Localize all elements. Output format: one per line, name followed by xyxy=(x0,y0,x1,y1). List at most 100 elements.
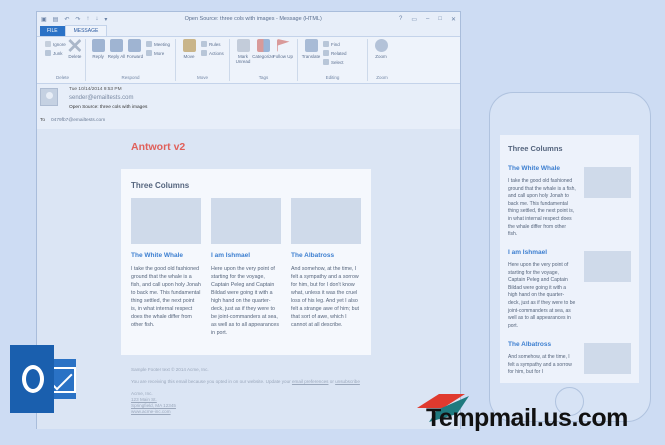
email-heading: Antwort v2 xyxy=(131,141,186,153)
phone-preview: Three Columns The White Whale I take the… xyxy=(489,92,651,422)
junk-button[interactable]: Junk xyxy=(45,50,66,56)
group-label-tags: Tags xyxy=(258,75,269,80)
up-arrow-icon[interactable]: ↑ xyxy=(86,16,89,23)
tab-message[interactable]: MESSAGE xyxy=(64,25,108,36)
column-3: The Albatross And somehow, at the time, … xyxy=(291,198,361,337)
phone-item-1: The White Whale I take the good old fash… xyxy=(508,165,631,237)
sender-avatar xyxy=(40,88,58,106)
placeholder-image xyxy=(584,167,631,198)
tempmail-brand-text: Tempmail.us.com xyxy=(426,404,628,432)
email-footer: Sample Footer text © 2014 Acme, Inc. You… xyxy=(131,367,371,415)
related-button[interactable]: Related xyxy=(323,50,347,56)
footer-notice: You are receiving this email because you… xyxy=(131,379,360,384)
group-label-editing: Editing xyxy=(325,75,340,80)
maximize-button[interactable]: □ xyxy=(438,16,442,23)
outlook-message-window: ▣ ▤ ↶ ↷ ↑ ↓ ▾ Open Source: three cols wi… xyxy=(36,11,461,429)
phone-section-title: Three Columns xyxy=(508,144,563,153)
editing-group: Translate Find Related Select Editing xyxy=(298,39,368,81)
column-text: I take the good old fashioned ground tha… xyxy=(131,266,201,328)
binoculars-icon xyxy=(323,41,329,47)
find-button[interactable]: Find xyxy=(323,41,347,47)
zoom-group: Zoom Zoom xyxy=(368,39,396,81)
phone-item-text: And somehow, at the time, I felt a sympa… xyxy=(508,354,572,376)
placeholder-image xyxy=(131,198,201,244)
reply-icon xyxy=(91,39,105,52)
ribbon-tabs: FILE MESSAGE xyxy=(37,25,460,36)
column-2: I am Ishmael Here upon the very point of… xyxy=(211,198,281,337)
message-header: Tue 10/14/2014 9:53 PM sender@emailtests… xyxy=(37,84,460,128)
flag-icon xyxy=(276,39,290,52)
sender-address[interactable]: sender@emailtests.com xyxy=(69,95,133,101)
move-folder-icon xyxy=(182,39,196,52)
window-title: Open Source: three cols with images - Me… xyxy=(184,16,322,22)
placeholder-image xyxy=(584,251,631,282)
sent-date: Tue 10/14/2014 9:53 PM xyxy=(69,87,122,92)
more-button[interactable]: More xyxy=(145,50,170,56)
more-icon xyxy=(145,50,152,56)
categorize-icon xyxy=(256,39,270,52)
reply-all-icon xyxy=(109,39,123,52)
undo-icon[interactable]: ↶ xyxy=(64,16,69,23)
placeholder-image xyxy=(584,343,631,374)
move-group: Move Rules Actions Move xyxy=(176,39,230,81)
column-text: Here upon the very point of starting for… xyxy=(211,266,280,336)
save-icon[interactable]: ▤ xyxy=(53,16,59,23)
close-button[interactable]: ✕ xyxy=(451,16,456,23)
ribbon: Ignore Junk Delete Delete Reply Reply Al… xyxy=(37,36,460,84)
redo-icon[interactable]: ↷ xyxy=(75,16,80,23)
website-link[interactable]: www.acme-inc.com xyxy=(131,409,371,415)
column-1: The White Whale I take the good old fash… xyxy=(131,198,201,337)
delete-x-icon xyxy=(68,39,82,52)
select-button[interactable]: Select xyxy=(323,59,347,65)
down-arrow-icon[interactable]: ↓ xyxy=(95,16,98,23)
unsubscribe-link[interactable]: unsubscribe xyxy=(335,379,360,384)
rules-button[interactable]: Rules xyxy=(201,41,224,47)
group-label-move: Move xyxy=(196,75,208,80)
phone-item-text: I take the good old fashioned ground tha… xyxy=(508,178,576,238)
group-label-delete: Delete xyxy=(55,75,69,80)
meeting-button[interactable]: Meeting xyxy=(145,41,170,47)
tab-file[interactable]: FILE xyxy=(40,26,65,36)
group-label-respond: Respond xyxy=(121,75,140,80)
three-columns-card: Three Columns The White Whale I take the… xyxy=(121,169,371,355)
recipient-address[interactable]: 0479fb7@emailtests.com xyxy=(51,118,105,123)
column-title: I am Ishmael xyxy=(211,252,251,259)
placeholder-image xyxy=(291,198,361,244)
outlook-app-icon[interactable]: ▣ xyxy=(41,16,47,23)
group-label-zoom: Zoom xyxy=(376,75,388,80)
to-label: To xyxy=(40,118,46,123)
related-icon xyxy=(323,50,329,56)
meeting-icon xyxy=(145,41,152,47)
help-button[interactable]: ? xyxy=(399,16,402,23)
translate-icon xyxy=(304,39,318,52)
footer-copyright: Sample Footer text © 2014 Acme, Inc. xyxy=(131,367,209,372)
ribbon-display-button[interactable]: ▭ xyxy=(411,16,417,23)
envelope-icon xyxy=(236,39,250,52)
ignore-button[interactable]: Ignore xyxy=(45,41,66,47)
column-title: The Albatross xyxy=(291,252,335,259)
outlook-logo-icon xyxy=(10,345,76,413)
junk-icon xyxy=(45,50,51,56)
section-title: Three Columns xyxy=(131,181,190,190)
minimize-button[interactable]: – xyxy=(426,16,429,23)
column-title: The White Whale xyxy=(131,252,183,259)
respond-group: Reply Reply All Forward Meeting More Res… xyxy=(86,39,176,81)
actions-icon xyxy=(201,50,207,56)
quick-access-toolbar: ▣ ▤ ↶ ↷ ↑ ↓ ▾ xyxy=(41,16,107,23)
phone-item-3: The Albatross And somehow, at the time, … xyxy=(508,341,631,383)
tags-group: Mark Unread Categorize Follow Up Tags xyxy=(230,39,298,81)
delete-group: Ignore Junk Delete Delete xyxy=(40,39,86,81)
phone-item-2: I am Ishmael Here upon the very point of… xyxy=(508,249,631,329)
ignore-icon xyxy=(45,41,51,47)
column-text: And somehow, at the time, I felt a sympa… xyxy=(291,266,360,328)
forward-icon xyxy=(128,39,142,52)
email-preferences-link[interactable]: email preferences xyxy=(292,379,329,384)
magnifier-icon xyxy=(374,39,388,52)
footer-address: Acme, Inc. 123 Main St. Springfield, MA … xyxy=(131,391,371,415)
actions-button[interactable]: Actions xyxy=(201,50,224,56)
placeholder-image xyxy=(211,198,281,244)
phone-screen: Three Columns The White Whale I take the… xyxy=(500,135,639,383)
title-bar: ▣ ▤ ↶ ↷ ↑ ↓ ▾ Open Source: three cols wi… xyxy=(37,12,460,26)
rules-icon xyxy=(201,41,207,47)
message-subject: Open Source: three cols with images xyxy=(69,105,148,110)
